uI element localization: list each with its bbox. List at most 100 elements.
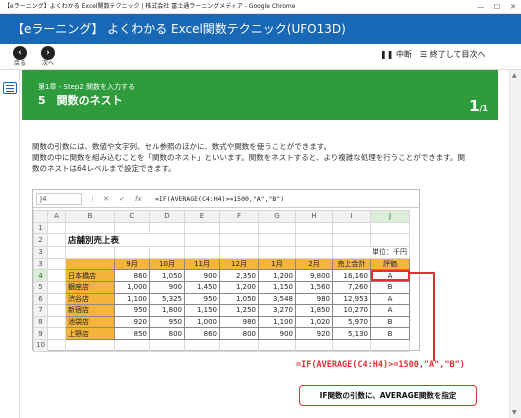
window-controls: — ☐ ✕ <box>473 0 521 13</box>
column-header: F <box>219 210 259 223</box>
value-cell: 3,548 <box>258 292 296 306</box>
value-cell: 860 <box>114 269 150 282</box>
value-cell: 800 <box>219 327 259 340</box>
row-header-selected: 4 <box>33 269 48 282</box>
toc-icon: ☰ <box>420 50 428 59</box>
column-header: A <box>47 210 66 223</box>
maximize-button[interactable]: ☐ <box>489 0 505 13</box>
row-header: 9 <box>33 327 48 340</box>
column-header: E <box>184 210 220 223</box>
table-header-cell: 評価 <box>370 257 410 271</box>
value-cell: 1,100 <box>258 315 296 329</box>
rank-cell: A <box>370 304 410 317</box>
vertical-scrollbar[interactable]: ▲ ▼ <box>509 70 521 418</box>
exit-label: 終了して目次へ <box>429 50 486 59</box>
course-title-bar: 【eラーニング】 よくわかる Excel関数テクニック(UFO13D) <box>0 14 521 44</box>
value-cell: 1,250 <box>219 304 259 317</box>
window-title: 【eラーニング】よくわかる Excel関数テクニック | 株式会社 富士通ラーニ… <box>4 3 296 10</box>
column-header: D <box>149 210 185 223</box>
rank-cell: B <box>370 327 410 340</box>
value-cell: 950 <box>184 292 220 306</box>
rank-cell: B <box>370 280 410 294</box>
chapter-label: 第1章 - Step2 関数を入力する <box>38 83 136 91</box>
value-cell: 1,020 <box>295 315 333 329</box>
column-header: B <box>65 210 115 223</box>
value-cell: 1,450 <box>184 280 220 294</box>
navigation-bar: ‹ 戻る › 次へ ❚❚ 中断 ☰ 終了して目次へ <box>0 44 521 70</box>
enter-icon: ✓ <box>119 195 125 203</box>
excel-screenshot: J4 ⋮ ✕ ✓ fx =IF(AVERAGE(C4:H4)>=1500,"A"… <box>32 189 420 352</box>
corner-cell <box>33 210 48 223</box>
value-cell: 1,560 <box>295 280 333 294</box>
row-header: 7 <box>33 304 48 317</box>
formula-bar: J4 ⋮ ✕ ✓ fx =IF(AVERAGE(C4:H4)>=1500,"A"… <box>33 190 419 208</box>
function-icon: fx <box>135 195 142 203</box>
back-label: 戻る <box>13 60 26 67</box>
total-cell: 10,270 <box>332 304 371 317</box>
value-cell: 900 <box>184 269 220 282</box>
annotation-connector <box>433 272 435 361</box>
scroll-down-icon[interactable]: ▼ <box>512 409 517 416</box>
sheet-row: 2 店舗別売上表 <box>33 233 410 248</box>
value-cell: 1,200 <box>258 269 296 282</box>
value-cell: 1,150 <box>184 304 220 317</box>
formula-annotation: =IF(AVERAGE(C4:H4)>=1500,"A","B") <box>296 360 465 370</box>
close-button[interactable]: ✕ <box>505 0 521 13</box>
window-titlebar: 【eラーニング】よくわかる Excel関数テクニック | 株式会社 富士通ラーニ… <box>0 0 521 14</box>
lesson-description: 関数の引数には、数値や文字列、セル参照のほかに、数式や関数を使うことができます。… <box>32 141 502 174</box>
value-cell: 900 <box>149 280 185 294</box>
page-total: /1 <box>479 104 489 113</box>
exit-to-toc-button[interactable]: ☰ 終了して目次へ <box>420 49 485 61</box>
menu-list-icon[interactable] <box>3 82 17 94</box>
course-title: 【eラーニング】 よくわかる Excel関数テクニック(UFO13D) <box>12 22 346 36</box>
row-header: 10 <box>33 338 48 352</box>
page-indicator: 1/1 <box>469 96 488 115</box>
store-header-cell <box>65 257 115 271</box>
table-header-row: 3 9月 10月 11月 12月 1月 2月 売上合計 評価 <box>33 257 410 271</box>
next-button[interactable]: › 次へ <box>34 46 62 68</box>
row-header: 5 <box>33 280 48 294</box>
chevron-right-icon: › <box>41 46 55 60</box>
value-cell: 920 <box>114 315 150 329</box>
store-cell: 池袋店 <box>65 315 115 329</box>
pause-button[interactable]: ❚❚ 中断 <box>380 49 412 61</box>
value-cell: 2,350 <box>219 269 259 282</box>
lesson-title: 5 関数のネスト <box>38 94 123 107</box>
chevron-left-icon: ‹ <box>13 46 27 60</box>
minimize-button[interactable]: — <box>473 0 489 13</box>
table-row: 9 上野店 850 800 860 800 900 920 5,130 B <box>33 327 410 340</box>
column-header: C <box>114 210 150 223</box>
sheet-row: 10 <box>33 338 410 352</box>
back-button[interactable]: ‹ 戻る <box>6 46 34 68</box>
value-cell: 950 <box>114 304 150 317</box>
value-cell: 1,850 <box>295 304 333 317</box>
unit-label: 単位：千円 <box>332 246 410 259</box>
table-header-cell: 12月 <box>219 257 259 271</box>
value-cell: 3,270 <box>258 304 296 317</box>
row-header: 8 <box>33 315 48 329</box>
formula-text: =IF(AVERAGE(C4:H4)>=1500,"A","B") <box>155 195 285 203</box>
table-row: 7 新宿店 950 1,800 1,150 1,250 3,270 1,850 … <box>33 304 410 317</box>
column-header: G <box>258 210 296 223</box>
sheet-row: 1 <box>33 221 410 235</box>
scroll-up-icon[interactable]: ▲ <box>512 72 517 79</box>
table-header-cell: 9月 <box>114 257 150 271</box>
value-cell: 1,000 <box>114 280 150 294</box>
row-header: 3 <box>33 246 48 259</box>
pause-icon: ❚❚ <box>380 50 394 59</box>
annotation-callout: IF関数の引数に、AVERAGE関数を指定 <box>299 385 477 406</box>
store-cell: 渋谷店 <box>65 292 115 306</box>
store-cell: 日本橋店 <box>65 269 115 282</box>
row-header: 3 <box>33 257 48 271</box>
cancel-icon: ✕ <box>103 195 109 203</box>
store-cell: 新宿店 <box>65 304 115 317</box>
value-cell: 860 <box>184 327 220 340</box>
value-cell: 5,325 <box>149 292 185 306</box>
total-cell: 5,130 <box>332 327 371 340</box>
table-row: 8 池袋店 920 950 1,000 980 1,100 1,020 5,97… <box>33 315 410 329</box>
spreadsheet-grid: A B C D E F G H I J 1 2 店舗別売上表 3 単位：千円 3 <box>33 210 410 352</box>
table-header-cell: 11月 <box>184 257 220 271</box>
chapter-header: 第1章 - Step2 関数を入力する 5 関数のネスト 1/1 <box>22 70 498 120</box>
table-row: 5 銀座店 1,000 900 1,450 1,200 1,150 1,560 … <box>33 280 410 294</box>
total-cell: 5,970 <box>332 315 371 329</box>
